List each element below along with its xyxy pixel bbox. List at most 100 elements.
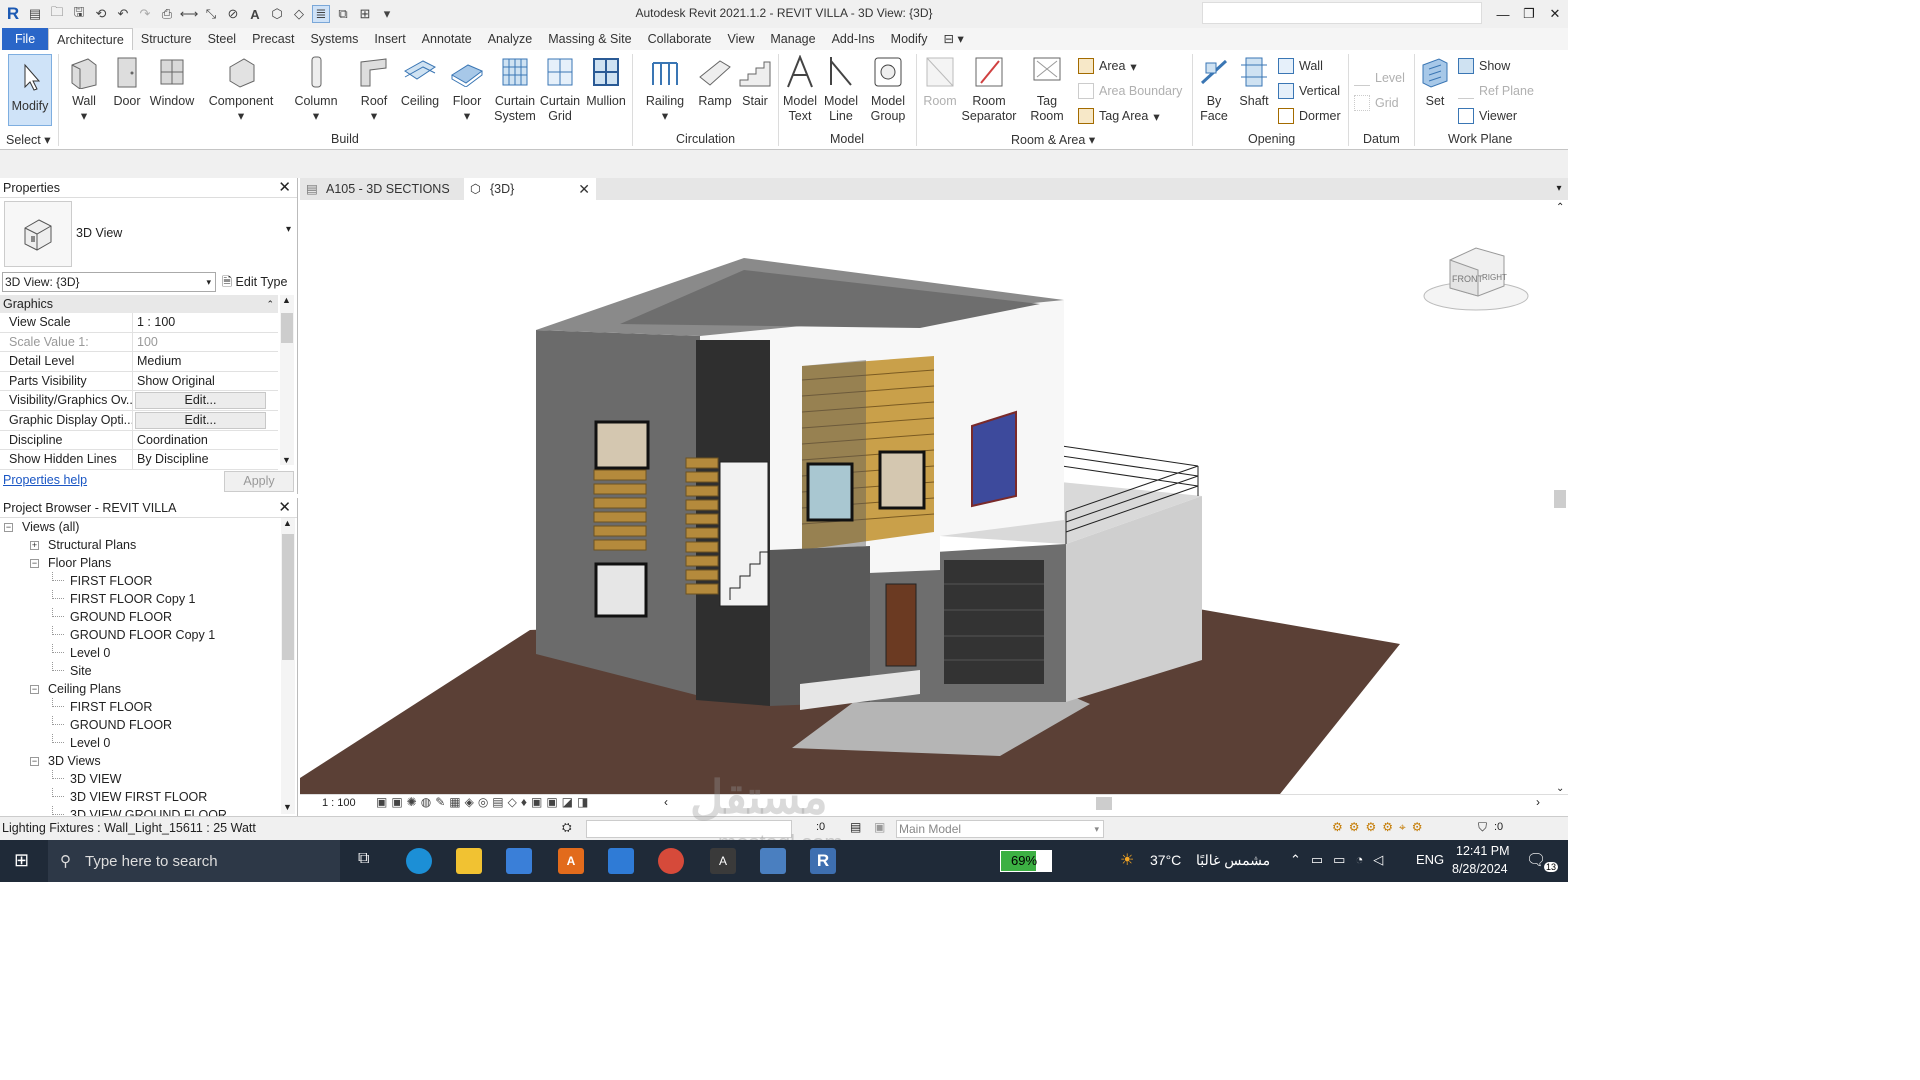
hidden-lines-value[interactable]: By Discipline: [133, 450, 278, 469]
browser-scrollbar[interactable]: ▲ ▼: [281, 518, 295, 814]
properties-help-link[interactable]: Properties help: [3, 473, 87, 487]
collapse-icon[interactable]: −: [30, 757, 39, 766]
modify-button[interactable]: Modify: [8, 54, 52, 126]
collapse-icon[interactable]: −: [30, 559, 39, 568]
tab-3d-view[interactable]: ⬡ {3D} ✕: [464, 178, 596, 200]
ramp-button[interactable]: Ramp: [694, 54, 736, 109]
undo-icon[interactable]: ↶: [114, 5, 132, 23]
thin-lines-icon[interactable]: ≣: [312, 5, 330, 23]
chrome-icon[interactable]: [658, 848, 684, 874]
select-panel-label[interactable]: Select ▾: [6, 132, 51, 147]
tab-analyze[interactable]: Analyze: [480, 28, 540, 50]
tag-icon[interactable]: ⊘: [224, 5, 242, 23]
section-icon[interactable]: ◇: [290, 5, 308, 23]
store-icon[interactable]: [506, 848, 532, 874]
paint-icon[interactable]: [760, 848, 786, 874]
view-instance-selector[interactable]: 3D View: {3D} ▾: [2, 272, 216, 292]
scroll-down-icon[interactable]: ⌄: [1556, 783, 1564, 794]
level-button[interactable]: Level: [1354, 70, 1405, 86]
mail-icon[interactable]: [608, 848, 634, 874]
scroll-up-icon[interactable]: ⌃: [1556, 202, 1564, 213]
browser-item[interactable]: Site: [0, 662, 280, 680]
roof-button[interactable]: Roof ▾: [354, 54, 394, 124]
browser-item[interactable]: 3D VIEW GROUND FLOOR: [0, 806, 280, 816]
tab-view[interactable]: View: [720, 28, 763, 50]
wall-button[interactable]: Wall ▾: [66, 54, 102, 124]
tag-room-button[interactable]: Tag Room: [1026, 54, 1068, 124]
clock-time[interactable]: 12:41 PM: [1456, 844, 1510, 858]
viewcube-front-label[interactable]: FRONT: [1452, 274, 1483, 284]
tab-systems[interactable]: Systems: [302, 28, 366, 50]
vertical-opening-button[interactable]: Vertical: [1278, 83, 1340, 99]
customize-qat-icon[interactable]: ▾: [378, 5, 396, 23]
3d-model-view[interactable]: FRONT RIGHT: [300, 200, 1552, 794]
collapse-icon[interactable]: −: [30, 685, 39, 694]
show-work-plane-button[interactable]: Show: [1458, 58, 1510, 74]
tab-precast[interactable]: Precast: [244, 28, 302, 50]
tag-area-button[interactable]: Tag Area ▾: [1078, 108, 1160, 124]
browser-item[interactable]: GROUND FLOOR: [0, 716, 280, 734]
browser-item[interactable]: −3D Views: [0, 752, 280, 770]
tab-manage[interactable]: Manage: [762, 28, 823, 50]
task-view-icon[interactable]: ⧉: [358, 850, 369, 868]
save-icon[interactable]: 🖫: [70, 4, 88, 23]
area-button[interactable]: Area ▾: [1078, 58, 1137, 74]
type-selector-thumbnail[interactable]: [4, 201, 72, 267]
battery-indicator[interactable]: 69%: [1000, 850, 1052, 872]
design-options-icon[interactable]: ▣: [874, 820, 885, 834]
apply-button[interactable]: Apply: [224, 471, 294, 492]
detail-level-value[interactable]: Medium: [133, 352, 278, 371]
ceiling-button[interactable]: Ceiling: [398, 54, 442, 109]
close-icon[interactable]: ✕: [278, 178, 291, 198]
open-icon[interactable]: 🗀: [48, 4, 66, 23]
redo-icon[interactable]: ↷: [136, 5, 154, 23]
tab-steel[interactable]: Steel: [200, 28, 245, 50]
column-button[interactable]: Column ▾: [290, 54, 342, 124]
title-search-box[interactable]: [1202, 2, 1482, 24]
room-button[interactable]: Room: [920, 54, 960, 109]
area-boundary-button[interactable]: Area Boundary: [1078, 83, 1182, 99]
tab-collaborate[interactable]: Collaborate: [640, 28, 720, 50]
viewcube-right-label[interactable]: RIGHT: [1482, 273, 1507, 282]
dormer-button[interactable]: Dormer: [1278, 108, 1341, 124]
browser-item[interactable]: + Structural Plans: [0, 536, 280, 554]
switch-windows-icon[interactable]: ⊞: [356, 5, 374, 23]
browser-item[interactable]: 3D VIEW: [0, 770, 280, 788]
print-icon[interactable]: ⎙: [158, 5, 176, 23]
windows-start-icon[interactable]: ⊞: [14, 850, 29, 871]
autocad-icon[interactable]: A: [558, 848, 584, 874]
graphics-group-header[interactable]: Graphics ⌃: [0, 295, 278, 313]
weather-icon[interactable]: ☀: [1120, 850, 1134, 870]
browser-item[interactable]: − Floor Plans: [0, 554, 280, 572]
tab-add-ins[interactable]: Add-Ins: [824, 28, 883, 50]
discipline-value[interactable]: Coordination: [133, 431, 278, 450]
browser-item[interactable]: Level 0: [0, 734, 280, 752]
view-scale-control[interactable]: 1 : 100: [322, 797, 356, 809]
revit-logo-icon[interactable]: R: [4, 4, 22, 23]
view-scale-value[interactable]: 1 : 100: [133, 313, 278, 332]
room-area-panel-label[interactable]: Room & Area ▾: [1011, 132, 1095, 147]
wall-opening-button[interactable]: Wall: [1278, 58, 1323, 74]
browser-item[interactable]: Level 0: [0, 644, 280, 662]
browser-item[interactable]: FIRST FLOOR Copy 1: [0, 590, 280, 608]
weather-temp[interactable]: 37°C: [1150, 852, 1181, 868]
tab-architecture[interactable]: Architecture: [48, 28, 133, 50]
set-work-plane-button[interactable]: Set: [1418, 54, 1452, 109]
grid-button[interactable]: Grid: [1354, 95, 1399, 111]
parts-visibility-value[interactable]: Show Original: [133, 372, 278, 391]
edge-icon[interactable]: [406, 848, 432, 874]
graphic-display-edit-button[interactable]: Edit...: [135, 411, 266, 429]
curtain-grid-button[interactable]: Curtain Grid: [538, 54, 582, 124]
room-separator-button[interactable]: Room Separator: [960, 54, 1018, 124]
by-face-button[interactable]: By Face: [1196, 54, 1232, 124]
curtain-system-button[interactable]: Curtain System: [492, 54, 538, 124]
visibility-graphics-edit-button[interactable]: Edit...: [135, 392, 266, 409]
model-group-button[interactable]: Model Group: [866, 54, 910, 124]
selection-filter-icons[interactable]: ⚙⚙⚙⚙⌖⚙: [1332, 820, 1429, 835]
text-icon[interactable]: A: [246, 5, 264, 23]
type-dropdown-icon[interactable]: ▾: [286, 224, 291, 235]
viewcube[interactable]: FRONT RIGHT: [1423, 247, 1529, 311]
model-line-button[interactable]: Model Line: [820, 54, 862, 124]
file-explorer-icon[interactable]: [456, 848, 482, 874]
scroll-down-icon[interactable]: ▼: [283, 802, 292, 812]
